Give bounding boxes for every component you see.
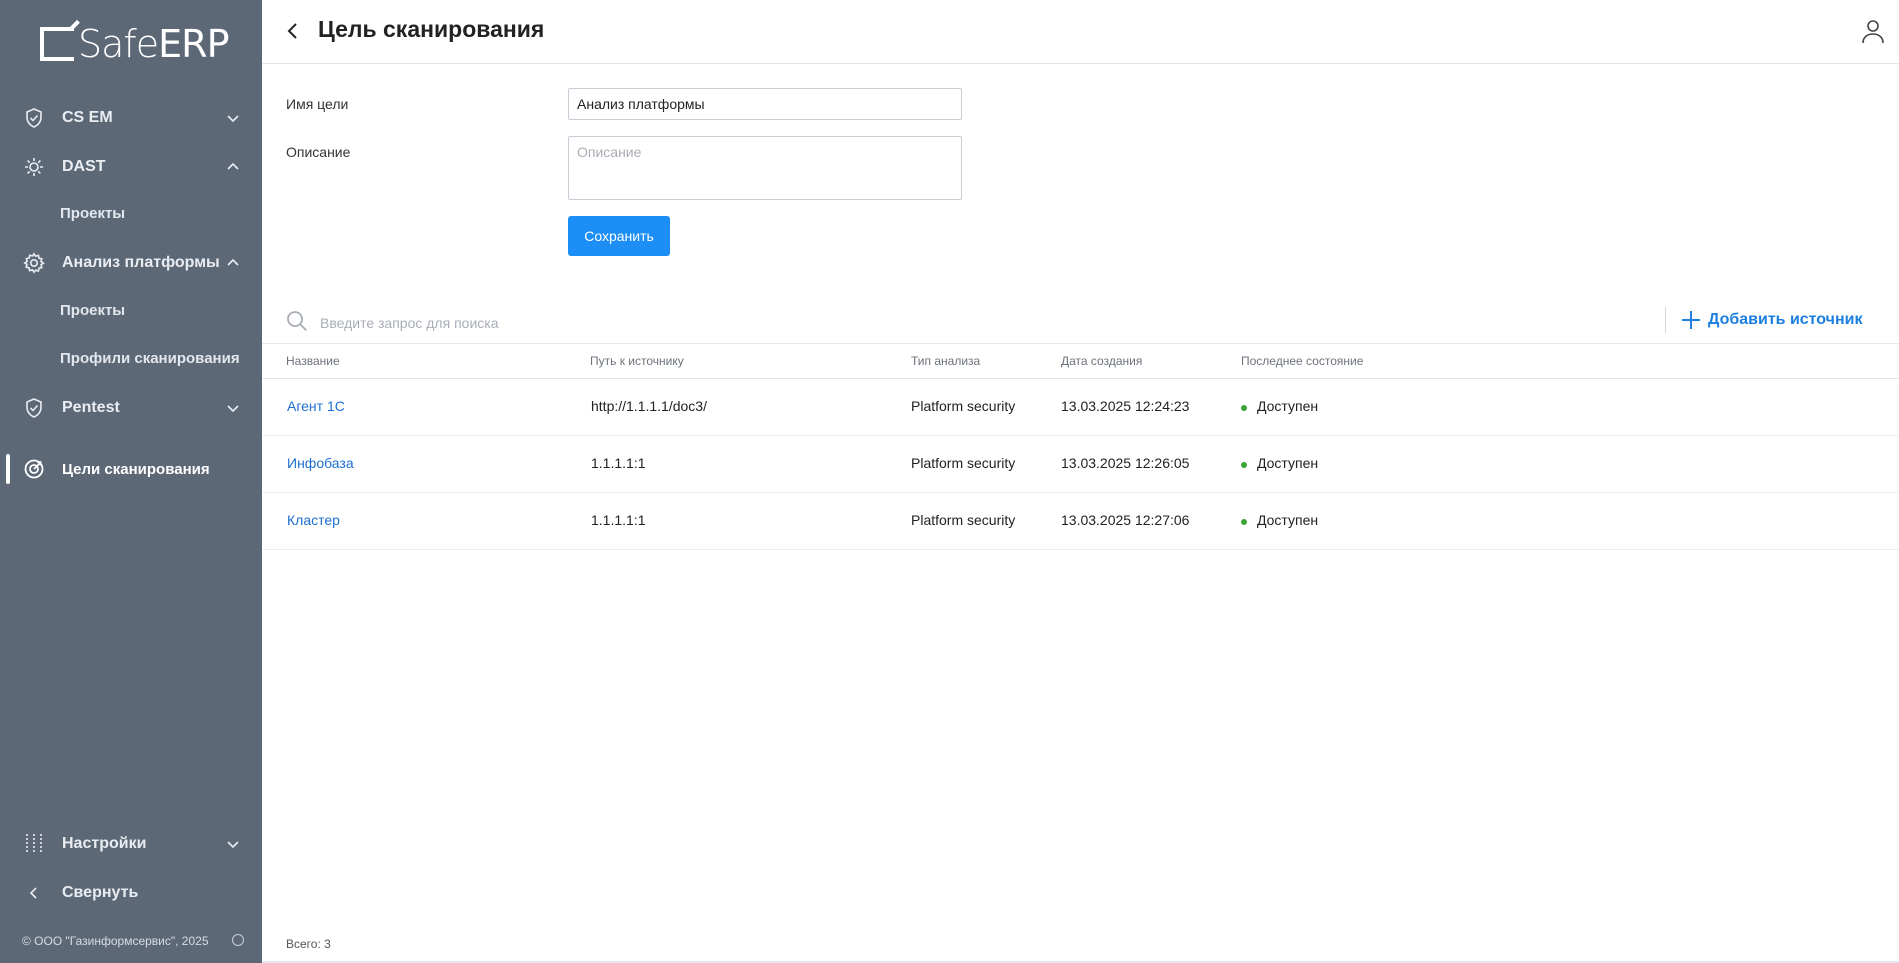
user-icon[interactable] bbox=[1861, 18, 1885, 44]
sidebar-item-label: Настройки bbox=[62, 835, 147, 852]
table-row[interactable]: Кластер 1.1.1.1:1 Platform security 13.0… bbox=[262, 493, 1899, 550]
sidebar-item-settings[interactable]: Настройки bbox=[0, 824, 262, 864]
sidebar-item-label: DAST bbox=[62, 158, 106, 175]
chevron-up-icon bbox=[227, 258, 239, 266]
back-arrow-icon[interactable] bbox=[282, 20, 304, 42]
row-status: Доступен bbox=[1257, 398, 1319, 414]
row-path: http://1.1.1.1/doc3/ bbox=[591, 398, 707, 414]
sliders-icon bbox=[22, 832, 46, 856]
row-path: 1.1.1.1:1 bbox=[591, 512, 646, 528]
sidebar-subitem-platform-projects[interactable]: Проекты bbox=[60, 302, 125, 319]
page-title: Цель сканирования bbox=[318, 16, 545, 42]
sidebar-item-label: Анализ платформы bbox=[62, 254, 220, 271]
column-header-name[interactable]: Название bbox=[286, 354, 340, 368]
description-input[interactable] bbox=[568, 136, 962, 200]
sidebar-item-label: Свернуть bbox=[62, 884, 139, 901]
search-icon bbox=[287, 311, 307, 331]
row-analysis-type: Platform security bbox=[911, 512, 1016, 528]
copyright-text: © ООО "Газинформсервис", 2025 bbox=[22, 934, 209, 948]
target-icon bbox=[22, 457, 46, 481]
row-name-link[interactable]: Кластер bbox=[287, 512, 340, 528]
chevron-down-icon bbox=[227, 115, 239, 123]
row-analysis-type: Platform security bbox=[911, 455, 1016, 471]
logo-text-safe: Safe bbox=[78, 22, 159, 66]
row-path: 1.1.1.1:1 bbox=[591, 455, 646, 471]
shield-check-icon bbox=[22, 396, 46, 420]
chevron-down-icon bbox=[227, 405, 239, 413]
sidebar-item-label: Цели сканирования bbox=[62, 460, 210, 478]
page-header: Цель сканирования bbox=[262, 0, 1899, 64]
column-header-path[interactable]: Путь к источнику bbox=[590, 354, 684, 368]
table-row[interactable]: Агент 1С http://1.1.1.1/doc3/ Platform s… bbox=[262, 379, 1899, 436]
sidebar-item-dast[interactable]: DAST bbox=[0, 147, 262, 187]
gear-icon bbox=[22, 251, 46, 275]
sources-table: Название Путь к источнику Тип анализа Да… bbox=[262, 343, 1899, 550]
status-dot-icon bbox=[1241, 462, 1247, 468]
sidebar-item-label: Pentest bbox=[62, 399, 120, 416]
sidebar-collapse-button[interactable]: Свернуть bbox=[0, 873, 262, 913]
search-bar bbox=[286, 310, 1666, 335]
info-icon[interactable] bbox=[232, 934, 244, 946]
sidebar-item-scan-targets[interactable]: Цели сканирования bbox=[0, 449, 262, 489]
column-header-type[interactable]: Тип анализа bbox=[911, 354, 980, 368]
chevron-down-icon bbox=[227, 841, 239, 849]
table-row[interactable]: Инфобаза 1.1.1.1:1 Platform security 13.… bbox=[262, 436, 1899, 493]
plus-icon bbox=[1682, 311, 1700, 329]
logo-mark-icon bbox=[40, 27, 74, 61]
target-name-input[interactable] bbox=[568, 88, 962, 120]
search-input[interactable] bbox=[318, 311, 922, 335]
row-created-date: 13.03.2025 12:27:06 bbox=[1061, 512, 1190, 528]
total-count: Всего: 3 bbox=[286, 937, 331, 951]
sidebar-item-platform-analysis[interactable]: Анализ платформы bbox=[0, 243, 262, 283]
shield-check-icon bbox=[22, 106, 46, 130]
sidebar-subitem-dast-projects[interactable]: Проекты bbox=[60, 205, 125, 222]
row-created-date: 13.03.2025 12:24:23 bbox=[1061, 398, 1190, 414]
row-analysis-type: Platform security bbox=[911, 398, 1016, 414]
column-header-status[interactable]: Последнее состояние bbox=[1241, 354, 1363, 368]
logo[interactable]: SafeERP bbox=[40, 22, 230, 66]
name-label: Имя цели bbox=[286, 96, 349, 112]
add-source-label: Добавить источник bbox=[1708, 311, 1863, 328]
save-button[interactable]: Сохранить bbox=[568, 216, 670, 256]
table-header: Название Путь к источнику Тип анализа Да… bbox=[262, 343, 1899, 379]
sidebar-item-label: CS EM bbox=[62, 109, 113, 126]
chevron-left-icon bbox=[22, 881, 46, 905]
bug-radar-icon bbox=[22, 155, 46, 179]
status-dot-icon bbox=[1241, 405, 1247, 411]
description-label: Описание bbox=[286, 144, 351, 160]
row-name-link[interactable]: Агент 1С bbox=[287, 398, 345, 414]
column-header-created[interactable]: Дата создания bbox=[1061, 354, 1142, 368]
chevron-up-icon bbox=[227, 162, 239, 170]
sidebar-subitem-scan-profiles[interactable]: Профили сканирования bbox=[60, 350, 240, 367]
sidebar-item-pentest[interactable]: Pentest bbox=[0, 388, 262, 428]
row-created-date: 13.03.2025 12:26:05 bbox=[1061, 455, 1190, 471]
toolbar-divider bbox=[1665, 307, 1666, 333]
logo-text-erp: ERP bbox=[158, 22, 229, 66]
add-source-button[interactable]: Добавить источник bbox=[1682, 308, 1862, 332]
status-dot-icon bbox=[1241, 519, 1247, 525]
sidebar-item-cs-em[interactable]: CS EM bbox=[0, 98, 262, 138]
row-status: Доступен bbox=[1257, 455, 1319, 471]
sidebar: SafeERP CS EM DAST Проекты Анализ платфо… bbox=[0, 0, 262, 963]
row-status: Доступен bbox=[1257, 512, 1319, 528]
row-name-link[interactable]: Инфобаза bbox=[287, 455, 354, 471]
